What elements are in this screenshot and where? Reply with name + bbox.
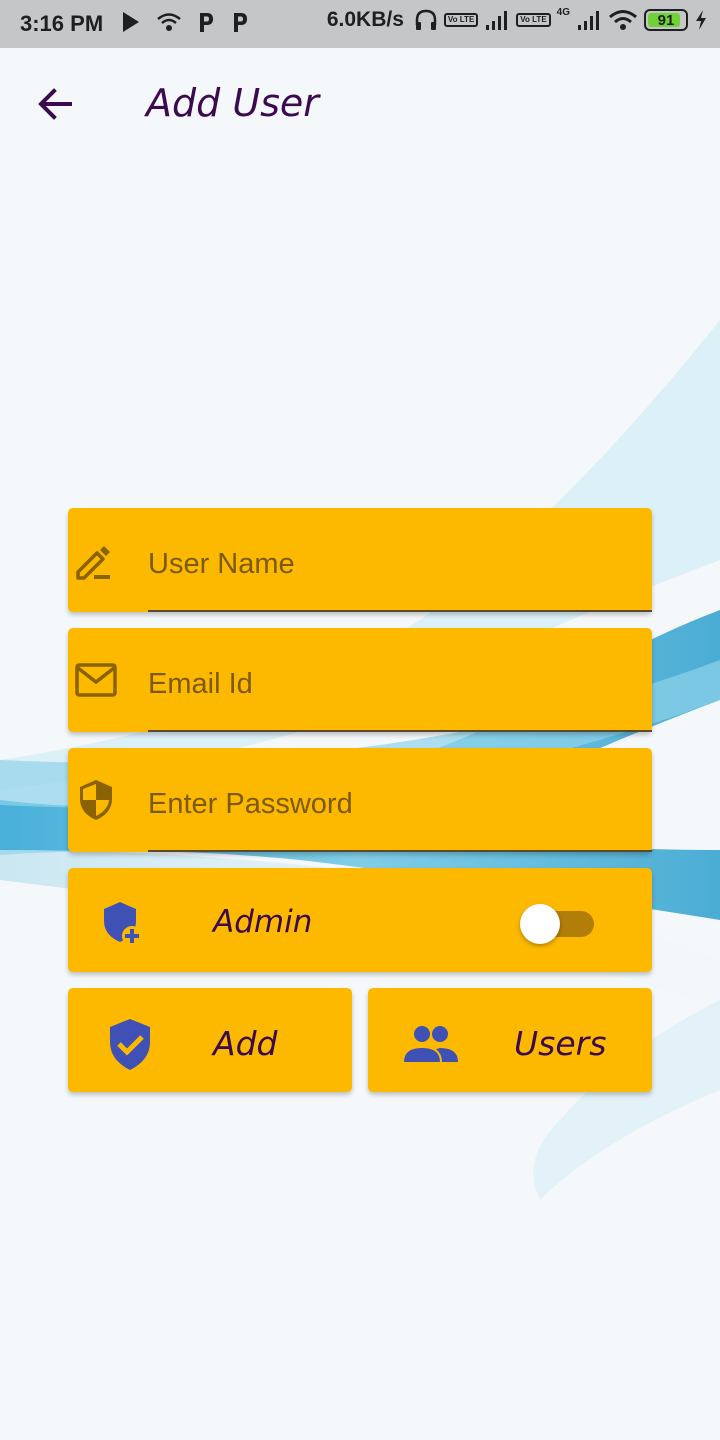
toggle-thumb	[520, 904, 560, 944]
input-underline	[148, 610, 652, 612]
wifi-sync-icon	[157, 13, 181, 31]
headset-icon	[415, 9, 437, 30]
charging-bolt-icon	[696, 10, 706, 30]
add-button-label: Add	[213, 1024, 278, 1063]
battery-icon: 91	[644, 9, 688, 31]
status-bar: 3:16 PM 6.0KB/s Vo LTE Vo LTE 4G 91	[0, 0, 720, 48]
back-button[interactable]	[34, 82, 78, 126]
verified-shield-icon	[110, 1019, 150, 1070]
edit-pencil-icon	[76, 546, 110, 580]
wifi-icon	[609, 10, 637, 30]
volte-badge-2: Vo LTE	[516, 13, 551, 27]
signal-icon	[486, 11, 508, 30]
play-store-icon	[123, 12, 139, 32]
status-notification-icons	[120, 10, 250, 34]
p-app-icon-2	[234, 13, 247, 32]
page-title: Add User	[146, 81, 319, 125]
password-field-card	[68, 748, 652, 852]
users-button-label: Users	[514, 1024, 607, 1063]
add-button[interactable]: Add	[68, 988, 352, 1092]
user-name-input[interactable]	[148, 508, 652, 610]
admin-toggle-switch[interactable]	[520, 904, 596, 944]
user-name-field-card	[68, 508, 652, 612]
email-field-card	[68, 628, 652, 732]
network-type: 4G	[556, 6, 570, 18]
status-time: 3:16 PM	[20, 11, 104, 36]
admin-toggle-card: Admin	[68, 868, 652, 972]
password-input[interactable]	[148, 748, 652, 850]
p-app-icon	[200, 13, 213, 32]
mail-icon	[75, 663, 117, 697]
shield-add-icon	[104, 902, 142, 946]
volte-badge-1: Vo LTE	[443, 13, 479, 27]
email-input[interactable]	[148, 628, 652, 730]
input-underline	[148, 850, 652, 852]
network-speed: 6.0KB/s	[326, 8, 404, 31]
status-system-icons: 6.0KB/s Vo LTE Vo LTE 4G 91	[326, 6, 708, 32]
security-shield-icon	[80, 780, 112, 820]
input-underline	[148, 730, 652, 732]
app-bar: Add User	[0, 48, 720, 160]
group-users-icon	[404, 1026, 458, 1062]
signal-icon-2	[578, 11, 599, 30]
battery-level: 91	[657, 11, 675, 29]
users-button[interactable]: Users	[368, 988, 652, 1092]
admin-label: Admin	[213, 904, 313, 940]
arrow-left-icon	[38, 88, 72, 120]
